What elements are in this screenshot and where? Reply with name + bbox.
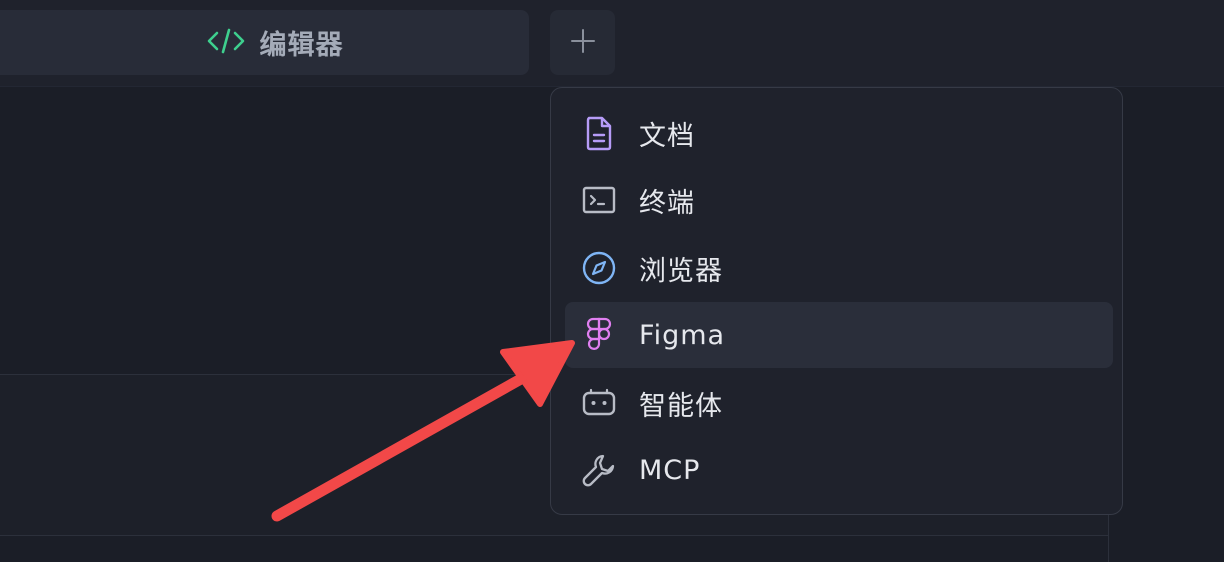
menu-item-terminal[interactable]: 终端 xyxy=(565,167,1113,233)
menu-item-label: 浏览器 xyxy=(639,255,723,287)
menu-item-label: 文档 xyxy=(639,120,695,152)
tab-bar: 编辑器 xyxy=(0,0,1224,87)
plus-icon xyxy=(570,28,596,58)
divider xyxy=(0,535,1108,536)
code-icon xyxy=(206,25,246,61)
compass-icon xyxy=(579,248,619,288)
menu-item-figma[interactable]: Figma xyxy=(565,302,1113,368)
wrench-icon xyxy=(579,450,619,490)
tab-editor-content: 编辑器 xyxy=(206,23,344,62)
figma-icon xyxy=(579,315,619,355)
menu-item-label: 终端 xyxy=(639,187,695,219)
add-tab-button[interactable] xyxy=(550,10,615,75)
menu-item-agent[interactable]: 智能体 xyxy=(565,370,1113,436)
document-icon xyxy=(579,113,619,153)
robot-icon xyxy=(579,383,619,423)
menu-item-document[interactable]: 文档 xyxy=(565,100,1113,166)
menu-item-label: Figma xyxy=(639,319,726,351)
menu-item-label: 智能体 xyxy=(639,390,723,422)
tab-editor[interactable]: 编辑器 xyxy=(0,10,529,75)
terminal-icon xyxy=(579,180,619,220)
app-root: 编辑器 文档 终端 浏览器 Figma 智能体 MCP xyxy=(0,0,1224,562)
new-tab-menu: 文档 终端 浏览器 Figma 智能体 MCP xyxy=(550,87,1123,515)
menu-item-label: MCP xyxy=(639,454,701,486)
menu-item-mcp[interactable]: MCP xyxy=(565,437,1113,503)
menu-item-browser[interactable]: 浏览器 xyxy=(565,235,1113,301)
tab-editor-label: 编辑器 xyxy=(259,30,344,61)
